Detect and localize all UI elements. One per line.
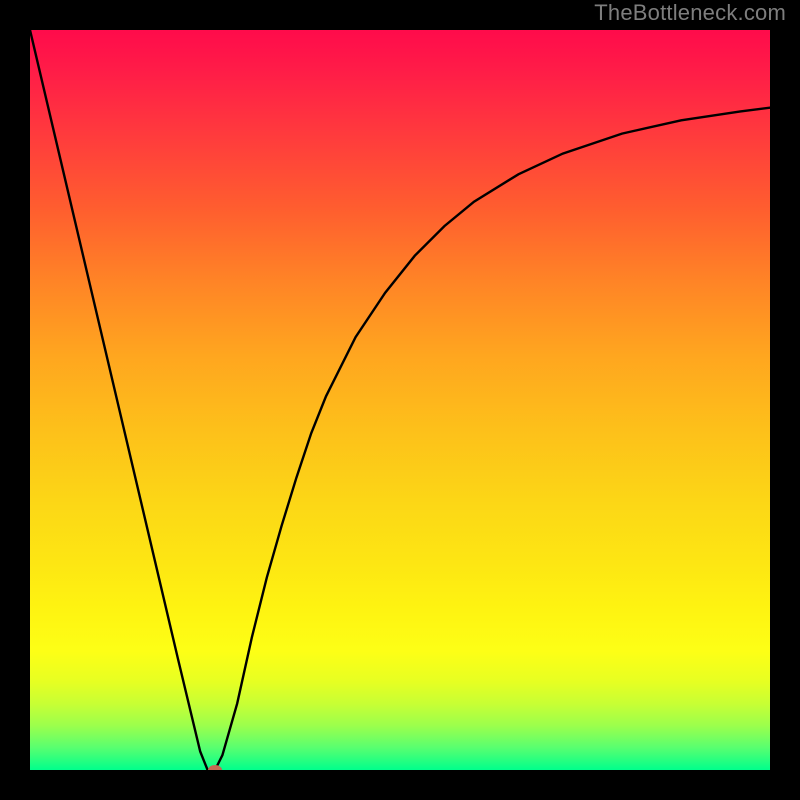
data-marker bbox=[208, 765, 222, 770]
watermark-label: TheBottleneck.com bbox=[594, 0, 786, 26]
chart-frame: TheBottleneck.com bbox=[0, 0, 800, 800]
line-curve bbox=[30, 30, 770, 770]
plot-area bbox=[30, 30, 770, 770]
